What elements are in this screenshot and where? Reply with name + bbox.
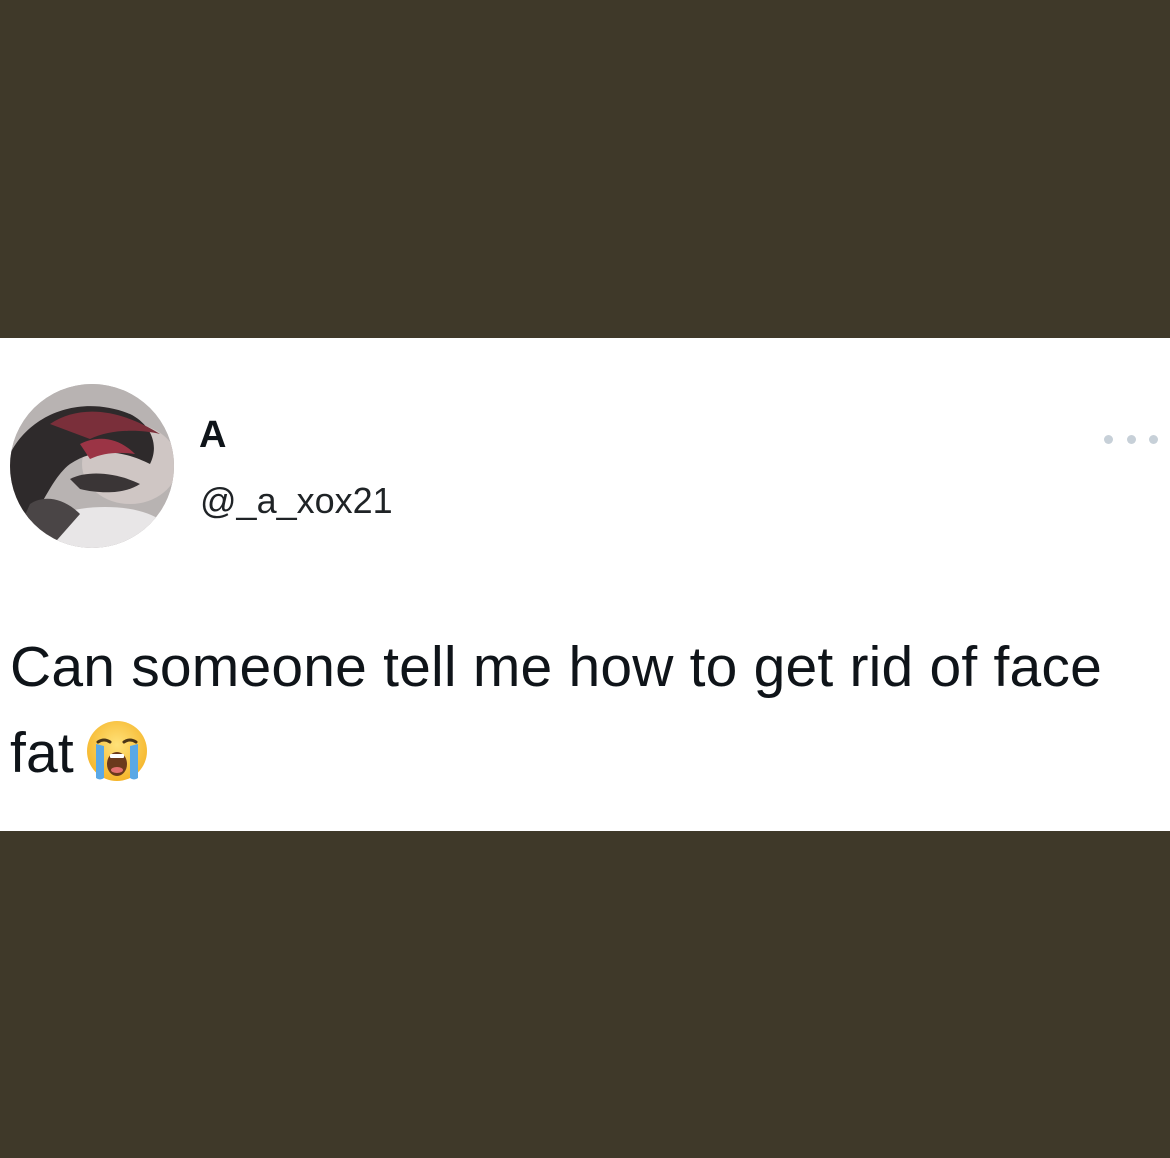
display-name[interactable]: A xyxy=(199,416,226,454)
menu-dot xyxy=(1104,434,1113,444)
tweet-text: Can someone tell me how to get rid of fa… xyxy=(10,635,1102,785)
profile-avatar[interactable] xyxy=(10,384,174,548)
bottom-background-band xyxy=(0,831,1170,1158)
tweet-card: A @_a_xox21 Can someone tell me how to g… xyxy=(0,338,1170,831)
loudly-crying-face-emoji-icon xyxy=(84,718,150,784)
tweet-body: Can someone tell me how to get rid of fa… xyxy=(10,624,1160,796)
user-handle[interactable]: @_a_xox21 xyxy=(200,483,393,519)
avatar-image xyxy=(10,384,174,548)
menu-dot xyxy=(1149,434,1158,444)
menu-dot xyxy=(1126,434,1136,444)
more-options-icon[interactable] xyxy=(1104,428,1158,450)
top-background-band xyxy=(0,0,1170,338)
